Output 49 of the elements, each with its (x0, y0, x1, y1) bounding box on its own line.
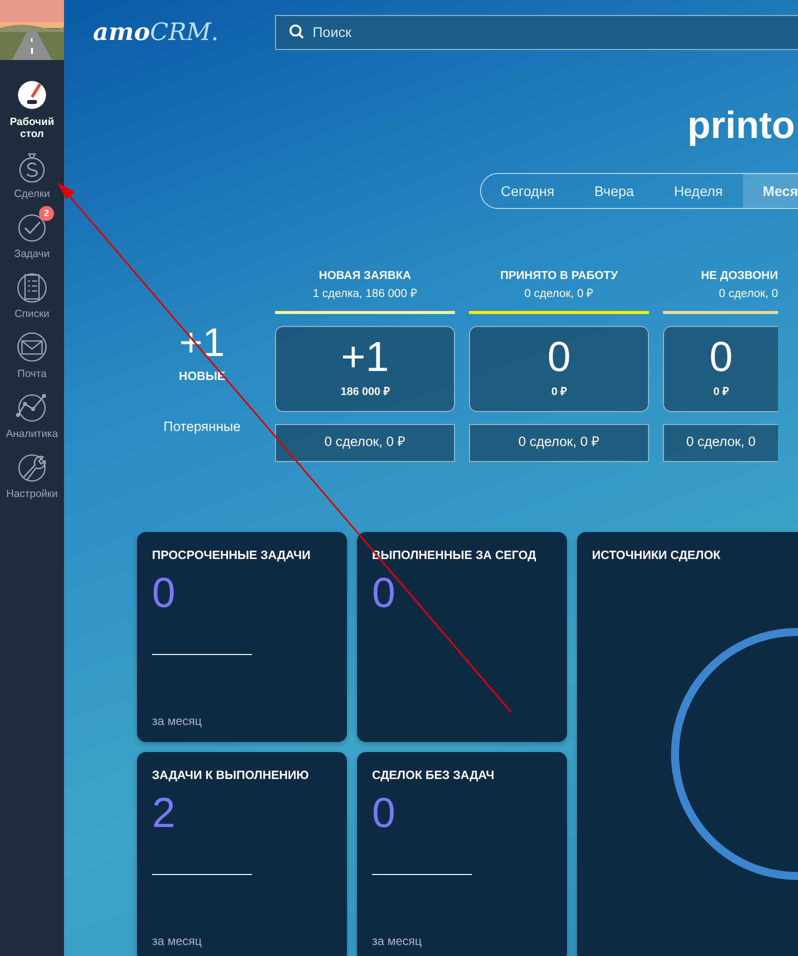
lost-deals[interactable]: 0 сделок, 0 ₽ (275, 424, 455, 462)
widget-period: за месяц (152, 932, 202, 950)
lost-deals[interactable]: 0 сделок, 0 (663, 424, 778, 462)
stage-summary: 0 сделок, 0 ₽ (524, 287, 594, 302)
widget-period: за месяц (372, 932, 422, 950)
widget-value: 2 (152, 792, 176, 834)
widget-title: ЗАДАЧИ К ВЫПОЛНЕНИЮ (152, 766, 310, 784)
widget-value: 0 (152, 572, 176, 614)
sidebar-item[interactable]: Настройки (0, 450, 64, 500)
widget-title: ПРОСРОЧЕННЫЕ ЗАДАЧИ (152, 546, 312, 564)
widget-title: ИСТОЧНИКИ СДЕЛОК (592, 546, 722, 564)
widget-title: СДЕЛОК БЕЗ ЗАДАЧ (372, 766, 496, 784)
deal-amount: 0 ₽ (713, 385, 729, 400)
deal-amount: 0 ₽ (551, 385, 567, 400)
deal-count: 0 (709, 336, 733, 378)
stage-name: НЕ ДОЗВОНИ (700, 269, 778, 284)
stage-card[interactable]: 0 0 ₽ (663, 326, 778, 412)
period-tab[interactable]: Сегодня (480, 174, 574, 208)
stage-card[interactable]: +1 186 000 ₽ (275, 326, 455, 412)
stage-summary: 0 сделок, 0 (718, 287, 778, 302)
lost-label: Потерянные (163, 418, 241, 436)
widget-card[interactable]: ЗАДАЧИ К ВЫПОЛНЕНИЮ 2 за месяц (137, 752, 347, 956)
widget-card[interactable]: ИСТОЧНИКИ СДЕЛОК (577, 532, 798, 956)
widget-value: 0 (372, 572, 396, 614)
sidebar-item[interactable]: Сделки (0, 150, 64, 200)
lost-deals[interactable]: 0 сделок, 0 ₽ (469, 424, 649, 462)
stage-summary: 1 сделка, 186 000 ₽ (312, 287, 418, 302)
sidebar-item[interactable]: Списки (0, 270, 64, 320)
widget-value: 0 (372, 792, 396, 834)
account-title: printo (686, 107, 795, 145)
deal-amount: 186 000 ₽ (340, 385, 390, 400)
stage-card[interactable]: 0 0 ₽ (469, 326, 649, 412)
notification-badge: 2 (39, 206, 54, 222)
stage-name: ПРИНЯТО В РАБОТУ (500, 269, 618, 284)
deal-count: 0 (547, 336, 571, 378)
widget-card[interactable]: СДЕЛОК БЕЗ ЗАДАЧ 0 за месяц (357, 752, 567, 956)
deal-count: +1 (341, 336, 389, 378)
sidebar-item[interactable]: Аналитика (0, 390, 64, 440)
sidebar-item[interactable]: Рабочий стол (0, 78, 64, 140)
new-label: НОВЫЕ (178, 368, 226, 385)
envelope-icon (15, 330, 49, 364)
widget-period: за месяц (152, 712, 202, 730)
search-field[interactable]: Поиск (274, 14, 798, 50)
stage-name: НОВАЯ ЗАЯВКА (318, 269, 412, 284)
sidebar-item[interactable]: Почта (0, 330, 64, 380)
period-tab[interactable]: Вчера (574, 174, 654, 208)
widget-card[interactable]: ПРОСРОЧЕННЫЕ ЗАДАЧИ 0 за месяц (137, 532, 347, 742)
speedometer-icon (15, 78, 49, 112)
logo: amoCRM. (93, 16, 219, 48)
